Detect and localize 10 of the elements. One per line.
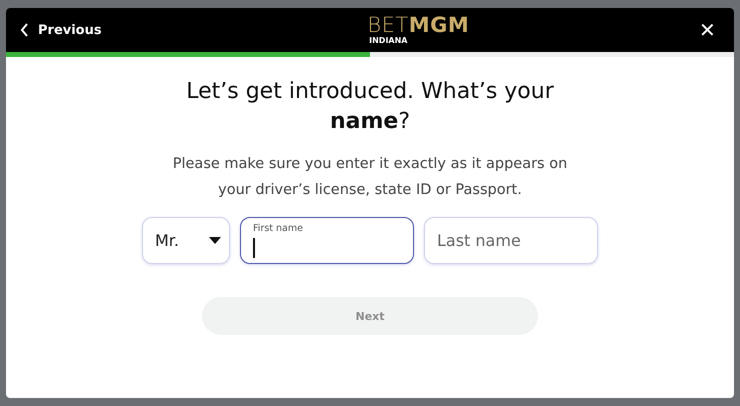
caret-icon — [209, 237, 221, 244]
title-dropdown[interactable]: Mr. — [142, 217, 230, 264]
previous-button[interactable]: Previous — [20, 22, 102, 38]
input-field[interactable]: First name — [240, 217, 414, 264]
close-button[interactable]: ✕ — [695, 18, 720, 42]
input-field[interactable]: Last name — [424, 217, 598, 264]
logo: BETMGM — [367, 14, 470, 36]
heading: Let’s get introduced. What’s your name? — [185, 78, 555, 136]
instructions: Please make sure you enter it exactly as it appears on your driver’s license, state ID or Passport. — [172, 155, 568, 200]
region-label: INDIANA — [369, 36, 408, 46]
